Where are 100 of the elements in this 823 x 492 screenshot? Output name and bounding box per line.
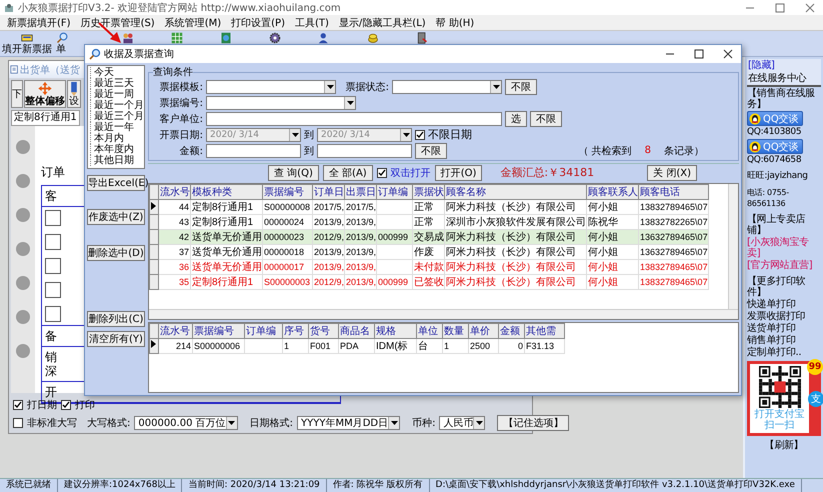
table-row[interactable]: 35 定制8行通用1 S00000003 2012/9, 2013/9, 000999 已签收 阿米力科技（长沙）有限公司 何小姐 13832789465\07 xyxy=(150,274,708,290)
menu-item[interactable]: 显示/隐藏工具栏(L) xyxy=(334,16,431,30)
table-row[interactable]: 37 送货单无价通用 00000018 2013/9, 2013/9, 作废 阿米力科技（长沙）有限公司 何小姐 13632789465\07 xyxy=(150,244,708,260)
column-header[interactable]: 单价 xyxy=(468,323,498,338)
search-icon xyxy=(89,48,101,60)
refresh-link[interactable]: 【刷新】 xyxy=(764,440,804,451)
column-header[interactable]: 订单编 xyxy=(376,184,412,200)
unlimited-button[interactable]: 不限 xyxy=(505,78,537,94)
column-header[interactable]: 票据编号 xyxy=(192,323,244,338)
form-cell xyxy=(45,210,61,226)
checkbox[interactable] xyxy=(61,400,71,410)
query-button[interactable]: 查 询(Q) xyxy=(268,164,319,181)
side-button[interactable]: 作废选中(Z) xyxy=(87,209,145,225)
column-header[interactable]: 单位 xyxy=(416,323,442,338)
status-select[interactable] xyxy=(392,80,502,94)
vertical-scrollbar[interactable] xyxy=(728,184,738,309)
pick-button[interactable]: 选 xyxy=(505,110,527,126)
option-select[interactable]: YYYY年MM月DD日 xyxy=(297,416,400,430)
qq-chat-button[interactable]: QQ交谈 xyxy=(747,111,803,126)
column-header[interactable]: 规格 xyxy=(374,323,416,338)
column-header[interactable]: 金额 xyxy=(498,323,524,338)
template-select[interactable] xyxy=(206,80,336,94)
tree-item[interactable]: 最近一个月 xyxy=(90,100,142,111)
column-header[interactable]: 序号 xyxy=(282,323,308,338)
tree-item[interactable]: 最近一年 xyxy=(90,122,142,133)
table-cell: 台 xyxy=(416,338,442,354)
table-row[interactable]: 43 定制8行通用1 00000024 2013/9, 2013/9, 正常 深圳市小灰狼软件发展有限公司 陈祝华 13832782265\07 xyxy=(150,214,708,230)
column-header[interactable]: 顾客名称 xyxy=(444,184,586,200)
remember-button[interactable]: 【记住选项】 xyxy=(497,415,570,431)
menu-item[interactable]: 打印设置(P) xyxy=(226,16,290,30)
software-link[interactable]: 定制单打印.. xyxy=(747,347,821,358)
form-text: 客 xyxy=(45,189,57,203)
column-header[interactable]: 顾客联系人 xyxy=(586,184,638,200)
software-link[interactable]: 送货单打印 xyxy=(747,323,821,334)
menu-item[interactable]: 工具(T) xyxy=(290,16,334,30)
column-header[interactable]: 出票日 xyxy=(344,184,376,200)
checkbox[interactable] xyxy=(376,168,387,178)
close-button[interactable]: 关 闭(X) xyxy=(647,164,697,181)
open-button[interactable]: 打开(O) xyxy=(434,164,482,181)
side-button[interactable]: 删除列出(C) xyxy=(87,311,145,327)
menu-item[interactable]: 系统管理(M) xyxy=(160,16,226,30)
shop-link[interactable]: [小灰狼淘宝专卖] xyxy=(747,237,821,259)
horizontal-scrollbar[interactable] xyxy=(149,308,738,319)
close-icon xyxy=(805,2,815,12)
shop-link[interactable]: [官方网站直营] xyxy=(747,260,821,271)
column-header[interactable]: 订单编 xyxy=(244,323,282,338)
checkbox[interactable] xyxy=(13,418,23,428)
template-tab[interactable]: 定制8行通用1 xyxy=(11,110,80,126)
column-header[interactable]: 票据编号 xyxy=(262,184,312,200)
tree-item[interactable]: 最近三天 xyxy=(90,78,142,89)
toolbar-button[interactable]: 填开新票据 xyxy=(2,44,52,55)
column-header[interactable]: 商品名 xyxy=(338,323,374,338)
table-cell: 000999 xyxy=(376,274,412,290)
tree-item[interactable]: 其他日期 xyxy=(90,155,142,166)
editor-button[interactable]: 整体偏移 xyxy=(24,80,66,108)
table-row[interactable]: 42 送货单无价通用 00000023 2012/9, 2013/9, 000999 交易成 阿米力科技（长沙）有限公司 何小姐 13632789465\07 xyxy=(150,230,708,245)
qq-chat-button[interactable]: QQ交谈 xyxy=(747,139,803,154)
checkbox[interactable] xyxy=(13,400,23,410)
side-button[interactable]: 清空所有(Y) xyxy=(87,331,145,347)
column-header[interactable]: 其他需 xyxy=(524,323,564,338)
number-select[interactable] xyxy=(206,96,356,110)
software-link[interactable]: 快递单打印 xyxy=(747,299,821,310)
option-select[interactable]: 000000.00 百万位 xyxy=(134,416,238,430)
checkbox[interactable] xyxy=(415,130,425,140)
column-header[interactable]: 流水号 xyxy=(158,184,190,200)
column-header[interactable]: 票据状 xyxy=(412,184,444,200)
column-header[interactable]: 模板种类 xyxy=(190,184,262,200)
tree-item[interactable]: 最近一周 xyxy=(90,89,142,100)
field-label: 金额: xyxy=(178,144,203,158)
toolbar-button[interactable]: 单 xyxy=(56,44,66,55)
editor-button[interactable]: 设 xyxy=(67,80,81,108)
column-header[interactable]: 数量 xyxy=(442,323,468,338)
side-button[interactable]: 删除选中(D) xyxy=(87,245,145,261)
amount-to-input[interactable] xyxy=(317,144,412,158)
menu-item[interactable]: 历史开票管理(S) xyxy=(76,16,160,30)
unlimited-button[interactable]: 不限 xyxy=(530,110,562,126)
hide-link[interactable]: [隐藏] xyxy=(748,60,775,71)
software-link[interactable]: 销售单打印 xyxy=(747,335,821,346)
unlimited-button[interactable]: 不限 xyxy=(415,142,447,158)
column-header[interactable]: 顾客电话 xyxy=(638,184,708,200)
software-link[interactable]: 发票收据打印 xyxy=(747,311,821,322)
column-header[interactable]: 流水号 xyxy=(158,323,192,338)
option-select[interactable]: 人民币 xyxy=(439,416,486,430)
customer-input[interactable] xyxy=(206,112,502,126)
tree-item[interactable]: 今天 xyxy=(90,67,142,78)
editor-button[interactable]: 下 xyxy=(11,80,23,108)
menu-item[interactable]: 帮 助(H) xyxy=(430,16,480,30)
tree-item[interactable]: 本年度内 xyxy=(90,144,142,155)
table-row[interactable]: 214 S00000006 1 F001 PDA IDM(标 台 1 2500 0 F31.13 xyxy=(150,338,564,354)
menu-item[interactable]: 新票据填开(F) xyxy=(2,16,76,30)
column-header[interactable]: 货号 xyxy=(308,323,338,338)
table-row[interactable]: 36 送货单无价通用 00000017 2013/9, 2013/9, 未付款 阿米力科技（长沙）有限公司 何小姐 13832789465\07 xyxy=(150,260,708,275)
all-button[interactable]: 全 部(A) xyxy=(322,164,373,181)
amount-from-input[interactable] xyxy=(206,144,301,158)
tree-item[interactable]: 最近三个月 xyxy=(90,111,142,122)
table-cell: 1 xyxy=(442,338,468,354)
status-field: 系统已就绪 xyxy=(0,479,58,492)
table-row[interactable]: 44 定制8行通用1 S00000008 2017/5, 2017/5, 正常 阿米力科技（长沙）有限公司 何小姐 13832789465\07 xyxy=(150,200,708,215)
tree-item[interactable]: 本月内 xyxy=(90,133,142,144)
column-header[interactable]: 订单日 xyxy=(312,184,344,200)
